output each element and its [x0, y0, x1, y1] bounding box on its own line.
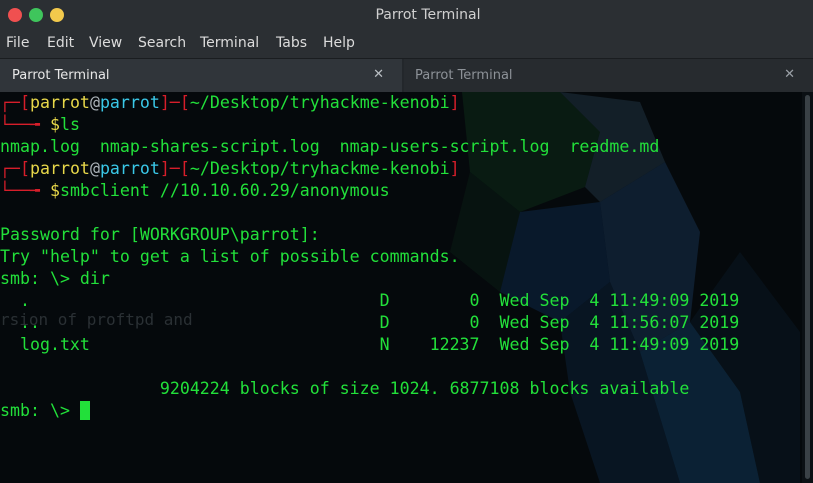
- prompt-line-1: ┌─[parrot@parrot]─[~/Desktop/tryhackme-k…: [0, 93, 460, 112]
- title-bar: Parrot Terminal: [0, 0, 813, 31]
- password-prompt: Password for [WORKGROUP\parrot]:: [0, 225, 320, 244]
- close-tab-icon[interactable]: ✕: [784, 67, 795, 82]
- command-line-2: └──╼ $smbclient //10.10.60.29/anonymous: [0, 181, 390, 200]
- ls-output: nmap.log nmap-shares-script.log nmap-use…: [0, 137, 660, 156]
- blocks-summary: 9204224 blocks of size 1024. 6877108 blo…: [0, 379, 690, 398]
- terminal-view[interactable]: rsion of proftpd and ┌─[parrot@parrot]─[…: [0, 92, 813, 483]
- tab-parrot-terminal-1[interactable]: Parrot Terminal ✕: [0, 59, 402, 94]
- tab-label: Parrot Terminal: [12, 68, 110, 83]
- current-prompt-line[interactable]: smb: \>: [0, 400, 90, 422]
- menu-search[interactable]: Search: [138, 35, 186, 51]
- close-tab-icon[interactable]: ✕: [373, 67, 384, 82]
- scrollbar[interactable]: [802, 92, 813, 483]
- dir-entry: . D 0 Wed Sep 4 11:49:09 2019: [0, 291, 740, 310]
- menu-bar: File Edit View Search Terminal Tabs Help: [0, 31, 813, 58]
- dir-entry: .. D 0 Wed Sep 4 11:56:07 2019: [0, 313, 740, 332]
- prompt-line-2: ┌─[parrot@parrot]─[~/Desktop/tryhackme-k…: [0, 159, 460, 178]
- menu-tabs[interactable]: Tabs: [276, 35, 307, 51]
- smb-prompt: smb: \>: [0, 401, 80, 420]
- menu-view[interactable]: View: [89, 35, 122, 51]
- menu-help[interactable]: Help: [323, 35, 355, 51]
- menu-edit[interactable]: Edit: [47, 35, 74, 51]
- command-line-1: └──╼ $ls: [0, 115, 80, 134]
- help-hint: Try "help" to get a list of possible com…: [0, 247, 460, 266]
- menu-file[interactable]: File: [6, 35, 29, 51]
- menu-terminal[interactable]: Terminal: [200, 35, 259, 51]
- window-title: Parrot Terminal: [375, 7, 481, 23]
- text-cursor: [79, 401, 90, 420]
- tab-label: Parrot Terminal: [415, 68, 513, 83]
- scrollbar-thumb[interactable]: [805, 95, 810, 479]
- tab-bar: Parrot Terminal ✕ Parrot Terminal ✕: [0, 58, 813, 94]
- tab-parrot-terminal-2[interactable]: Parrot Terminal ✕: [404, 59, 813, 92]
- dir-command: smb: \> dir: [0, 269, 110, 288]
- dir-entry: log.txt N 12237 Wed Sep 4 11:49:09 2019: [0, 335, 740, 354]
